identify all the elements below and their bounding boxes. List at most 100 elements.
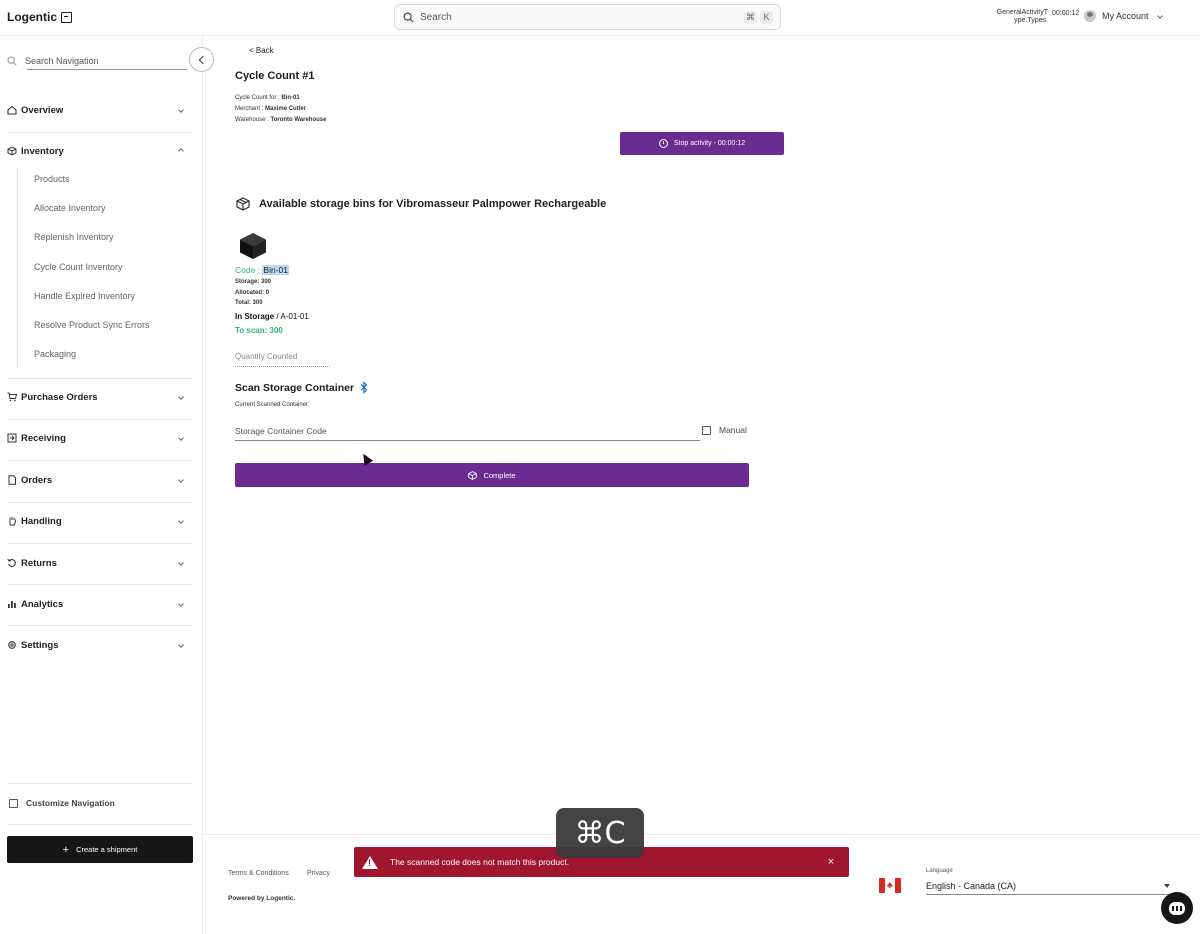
cube-icon	[7, 146, 17, 156]
sidebar-item-cycle-count-inventory[interactable]: Cycle Count Inventory	[34, 262, 123, 272]
nav-search[interactable]: Search Navigation	[7, 52, 187, 70]
gear-icon	[7, 640, 17, 650]
meta-warehouse: Warehouse : Toronto Warehouse	[235, 117, 326, 123]
document-icon	[7, 475, 17, 485]
bin-code-value: Bin-01	[262, 265, 289, 275]
nav-returns-label: Returns	[21, 557, 57, 569]
chevron-down-icon	[178, 477, 184, 483]
return-icon	[7, 558, 17, 568]
language-select[interactable]: English - Canada (CA)	[926, 877, 1174, 895]
terms-link[interactable]: Terms & Conditions	[228, 870, 289, 877]
meta-merchant-value: Maxime Cutler	[265, 106, 307, 112]
nav-handling-label: Handling	[21, 515, 62, 527]
sidebar-item-handle-expired-inventory[interactable]: Handle Expired Inventory	[34, 291, 135, 301]
close-icon[interactable]: ×	[821, 856, 841, 868]
scan-container-heading-text: Scan Storage Container	[235, 381, 355, 394]
sidebar-item-products[interactable]: Products	[34, 174, 70, 184]
warning-icon	[362, 855, 378, 869]
canada-flag-icon: ♣	[879, 878, 901, 893]
chevron-down-icon	[178, 560, 184, 566]
k-key: K	[760, 10, 773, 24]
language-label: Language	[926, 868, 953, 874]
complete-button[interactable]: Complete	[235, 463, 749, 487]
chevron-down-icon	[1156, 13, 1163, 19]
search-icon	[7, 56, 17, 66]
nav-overview-label: Overview	[21, 104, 64, 116]
privacy-link[interactable]: Privacy	[307, 870, 330, 877]
cart-icon	[7, 392, 17, 402]
nav-settings[interactable]: Settings	[7, 635, 193, 655]
manual-toggle[interactable]: Manual	[702, 425, 747, 435]
activity-timer: 00:00:12	[1052, 10, 1080, 17]
sidebar-item-replenish-inventory[interactable]: Replenish Inventory	[34, 232, 114, 242]
cmd-key: ⌘	[744, 10, 757, 24]
receiving-icon	[7, 433, 17, 443]
search-icon	[403, 11, 414, 23]
back-link[interactable]: < Back	[249, 46, 274, 55]
global-search[interactable]: Search ⌘ K	[394, 4, 781, 30]
meta-warehouse-label: Warehouse :	[235, 117, 269, 123]
chevron-down-icon	[178, 518, 184, 524]
nav-receiving[interactable]: Receiving	[7, 428, 193, 448]
chat-icon	[1169, 901, 1185, 915]
meta-merchant-label: Merchant :	[235, 106, 264, 112]
stop-activity-button[interactable]: Stop activity - 00:00:12	[620, 132, 784, 155]
bin-image	[240, 233, 266, 259]
nav-orders[interactable]: Orders	[7, 470, 193, 490]
nav-inventory[interactable]: Inventory	[7, 141, 193, 161]
nav-inventory-label: Inventory	[21, 145, 64, 157]
bin-location-code: / A-01-01	[276, 312, 309, 321]
nav-overview[interactable]: Overview	[7, 100, 193, 120]
quantity-counted-input[interactable]: Quantity Counted	[235, 350, 330, 367]
bar-chart-icon	[7, 599, 17, 609]
sidebar-item-packaging[interactable]: Packaging	[34, 349, 76, 359]
customize-navigation-label: Customize Navigation	[26, 798, 115, 808]
chevron-down-icon	[178, 435, 184, 441]
collapse-sidebar-button[interactable]	[189, 47, 214, 72]
nav-purchase-orders-label: Purchase Orders	[21, 391, 98, 403]
plus-icon: +	[62, 843, 70, 856]
bin-location-status: In Storage	[235, 312, 275, 321]
account-label: My Account	[1102, 11, 1149, 21]
meta-cycle-for-label: Cycle Count for :	[235, 95, 280, 101]
sidebar-toggle-icon[interactable]	[61, 11, 72, 23]
meta-warehouse-value: Toronto Warehouse	[270, 117, 327, 123]
activity-label-line-2: ype.Types.	[1014, 17, 1048, 24]
meta-merchant: Merchant : Maxime Cutler	[235, 106, 306, 112]
storage-container-code-input[interactable]: Storage Container Code	[235, 424, 700, 441]
clock-icon	[658, 139, 668, 148]
bin-allocated: Allocated: 0	[235, 290, 270, 296]
account-menu[interactable]: My Account	[1084, 10, 1163, 22]
bins-heading-text: Available storage bins for Vibromasseur …	[259, 198, 607, 210]
bin-code: Code : Bin-01	[235, 265, 289, 275]
keyboard-shortcut-overlay: ⌘C	[556, 808, 644, 858]
create-shipment-button[interactable]: + Create a shipment	[7, 836, 193, 863]
bin-location: In Storage / A-01-01	[235, 312, 309, 321]
nav-analytics[interactable]: Analytics	[7, 594, 193, 614]
language-value: English - Canada (CA)	[926, 880, 1017, 891]
avatar	[1084, 10, 1096, 22]
nav-orders-label: Orders	[21, 474, 53, 486]
dropdown-arrow-icon	[1164, 883, 1170, 888]
manual-checkbox[interactable]	[702, 425, 711, 435]
chevron-down-icon	[178, 107, 184, 113]
manual-label: Manual	[719, 425, 747, 435]
logo-text: Logentic	[7, 10, 57, 24]
customize-navigation[interactable]: Customize Navigation	[9, 798, 115, 808]
sidebar-item-allocate-inventory[interactable]: Allocate Inventory	[34, 203, 106, 213]
sidebar-item-resolve-product-sync-errors[interactable]: Resolve Product Sync Errors	[34, 320, 150, 330]
search-shortcut: ⌘ K	[744, 10, 776, 24]
current-activity: GeneralActivityT ype.Types.	[990, 9, 1048, 25]
package-icon	[468, 470, 478, 480]
nav-search-input[interactable]: Search Navigation	[25, 56, 99, 66]
nav-purchase-orders[interactable]: Purchase Orders	[7, 387, 193, 407]
logo[interactable]: Logentic	[7, 10, 72, 24]
customize-navigation-checkbox[interactable]	[9, 798, 18, 808]
search-input[interactable]: Search	[420, 12, 738, 23]
complete-label: Complete	[483, 470, 516, 480]
bluetooth-icon[interactable]	[360, 381, 368, 394]
create-shipment-label: Create a shipment	[76, 845, 138, 854]
chat-support-button[interactable]	[1161, 892, 1193, 924]
nav-returns[interactable]: Returns	[7, 553, 193, 573]
nav-handling[interactable]: Handling	[7, 511, 193, 531]
